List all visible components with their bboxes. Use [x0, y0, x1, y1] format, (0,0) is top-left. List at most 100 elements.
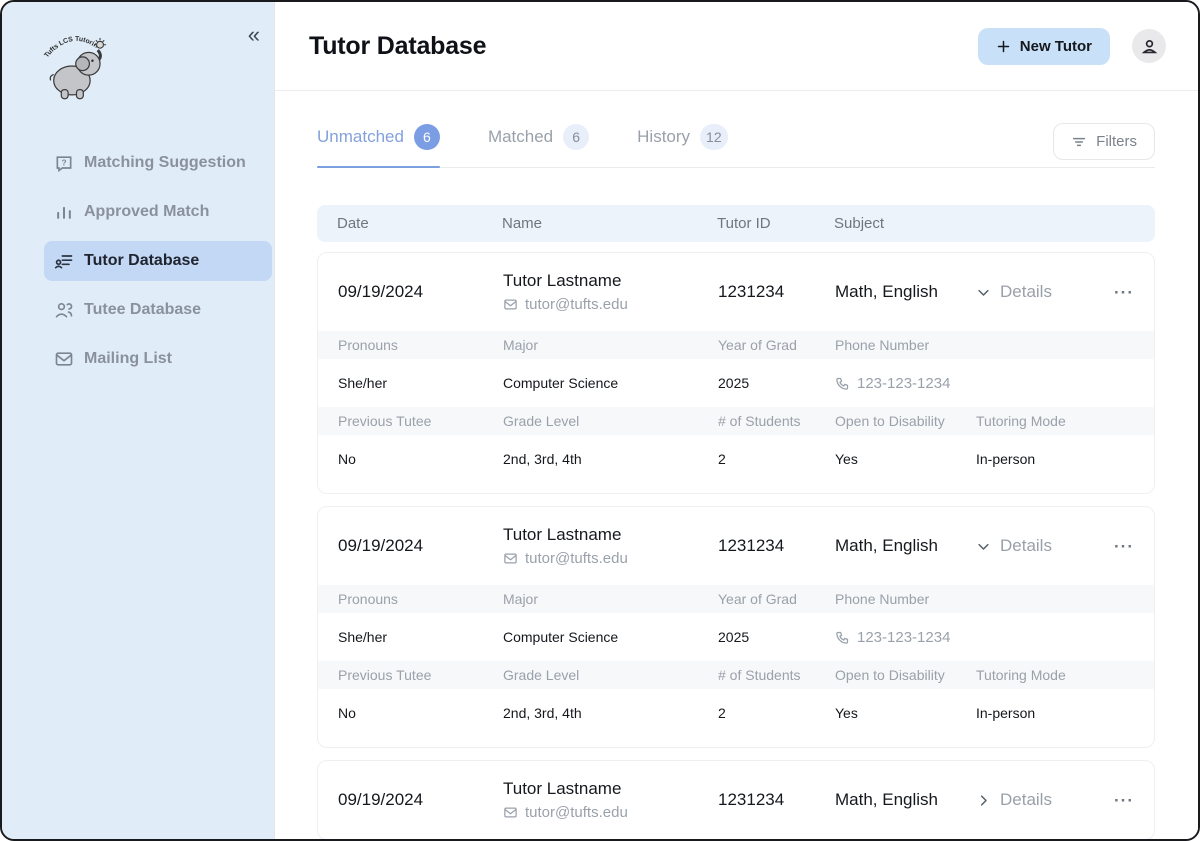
- tutor-id-cell: 1231234: [718, 282, 835, 302]
- person-list-icon: [54, 251, 74, 271]
- tutor-id-cell: 1231234: [718, 536, 835, 556]
- num-students-value: 2: [718, 451, 835, 467]
- tutor-name: Tutor Lastname: [503, 525, 718, 545]
- filters-label: Filters: [1096, 133, 1137, 150]
- tutor-name: Tutor Lastname: [503, 779, 718, 799]
- envelope-icon: [503, 297, 518, 312]
- major-value: Computer Science: [503, 375, 718, 391]
- sidebar-item-tutor-database[interactable]: Tutor Database: [44, 241, 272, 281]
- sidebar-item-approved-match[interactable]: Approved Match: [44, 192, 272, 232]
- new-tutor-button[interactable]: New Tutor: [978, 28, 1110, 65]
- previous-tutee-value: No: [338, 705, 503, 721]
- people-icon: [54, 300, 74, 320]
- envelope-icon: [503, 551, 518, 566]
- chevron-right-icon: [976, 793, 991, 808]
- phone-value: 123-123-1234: [835, 375, 976, 392]
- grade-level-value: 2nd, 3rd, 4th: [503, 451, 718, 467]
- sidebar-item-label: Mailing List: [84, 350, 172, 368]
- tab-history[interactable]: History 12: [637, 124, 727, 167]
- phone-value: 123-123-1234: [835, 629, 976, 646]
- tutor-email: tutor@tufts.edu: [503, 804, 718, 821]
- disability-value: Yes: [835, 451, 976, 467]
- disability-value: Yes: [835, 705, 976, 721]
- detail-labels: Pronouns Major Year of Grad Phone Number: [318, 585, 1154, 613]
- sidebar-item-mailing-list[interactable]: Mailing List: [44, 339, 272, 379]
- sidebar-item-label: Tutee Database: [84, 301, 201, 319]
- tab-label: Unmatched: [317, 127, 404, 147]
- sidebar-collapse-icon[interactable]: «: [248, 24, 260, 46]
- major-value: Computer Science: [503, 629, 718, 645]
- sidebar: « Tufts LCS Tutoring: [2, 2, 275, 839]
- date-cell: 09/19/2024: [338, 536, 503, 556]
- main-area: Tutor Database New Tutor Unmatched 6: [275, 2, 1198, 839]
- filter-icon: [1071, 134, 1087, 150]
- details-toggle[interactable]: Details: [976, 536, 1098, 556]
- tab-unmatched[interactable]: Unmatched 6: [317, 124, 440, 167]
- tutor-id-cell: 1231234: [718, 790, 835, 810]
- tutor-email: tutor@tufts.edu: [503, 296, 718, 313]
- detail-labels: Previous Tutee Grade Level # of Students…: [318, 661, 1154, 689]
- date-cell: 09/19/2024: [338, 282, 503, 302]
- previous-tutee-value: No: [338, 451, 503, 467]
- envelope-icon: [503, 805, 518, 820]
- tabs-bar: Unmatched 6 Matched 6 History 12 Filters: [317, 123, 1155, 168]
- detail-labels: Pronouns Major Year of Grad Phone Number: [318, 331, 1154, 359]
- chevron-down-icon: [976, 539, 991, 554]
- chat-question-icon: ?: [54, 153, 74, 173]
- detail-values: No 2nd, 3rd, 4th 2 Yes In-person: [318, 689, 1154, 737]
- chevron-down-icon: [976, 285, 991, 300]
- sidebar-item-matching-suggestion[interactable]: ? Matching Suggestion: [44, 143, 272, 183]
- tutor-row-card: 09/19/2024 Tutor Lastname tutor@tufts.ed…: [317, 252, 1155, 494]
- sidebar-item-label: Matching Suggestion: [84, 154, 246, 172]
- user-avatar[interactable]: [1132, 29, 1166, 63]
- detail-values: No 2nd, 3rd, 4th 2 Yes In-person: [318, 435, 1154, 483]
- tab-matched[interactable]: Matched 6: [488, 124, 589, 167]
- num-students-value: 2: [718, 705, 835, 721]
- grade-level-value: 2nd, 3rd, 4th: [503, 705, 718, 721]
- elephant-logo: Tufts LCS Tutoring: [40, 24, 116, 102]
- table-header: Date Name Tutor ID Subject: [317, 205, 1155, 242]
- plus-icon: [996, 39, 1011, 54]
- svg-text:?: ?: [62, 158, 67, 168]
- tab-label: Matched: [488, 127, 553, 147]
- more-menu-button[interactable]: ···: [1098, 792, 1134, 809]
- pronouns-value: She/her: [338, 629, 503, 645]
- details-toggle[interactable]: Details: [976, 282, 1098, 302]
- phone-icon: [835, 630, 850, 645]
- tutor-list: 09/19/2024 Tutor Lastname tutor@tufts.ed…: [317, 252, 1155, 840]
- col-header-subject: Subject: [834, 215, 975, 232]
- sidebar-item-tutee-database[interactable]: Tutee Database: [44, 290, 272, 330]
- tab-label: History: [637, 127, 690, 147]
- bar-chart-icon: [54, 202, 74, 222]
- subject-cell: Math, English: [835, 282, 976, 302]
- person-icon: [1140, 37, 1159, 56]
- tutor-email: tutor@tufts.edu: [503, 550, 718, 567]
- more-menu-button[interactable]: ···: [1098, 284, 1134, 301]
- tab-count-badge: 6: [563, 124, 589, 150]
- phone-icon: [835, 376, 850, 391]
- details-toggle[interactable]: Details: [976, 790, 1098, 810]
- tutor-row-card: 09/19/2024 Tutor Lastname tutor@tufts.ed…: [317, 760, 1155, 840]
- date-cell: 09/19/2024: [338, 790, 503, 810]
- filters-button[interactable]: Filters: [1053, 123, 1155, 160]
- col-header-date: Date: [337, 215, 502, 232]
- pronouns-value: She/her: [338, 375, 503, 391]
- col-header-name: Name: [502, 215, 717, 232]
- tutor-name: Tutor Lastname: [503, 271, 718, 291]
- tutor-row-main: 09/19/2024 Tutor Lastname tutor@tufts.ed…: [318, 253, 1154, 331]
- topbar: Tutor Database New Tutor: [275, 2, 1198, 91]
- app-window: « Tufts LCS Tutoring: [0, 0, 1200, 841]
- col-header-tutor-id: Tutor ID: [717, 215, 834, 232]
- sidebar-item-label: Tutor Database: [84, 252, 199, 270]
- more-menu-button[interactable]: ···: [1098, 538, 1134, 555]
- detail-labels: Previous Tutee Grade Level # of Students…: [318, 407, 1154, 435]
- sidebar-item-label: Approved Match: [84, 203, 209, 221]
- grad-year-value: 2025: [718, 375, 835, 391]
- tutor-row-main: 09/19/2024 Tutor Lastname tutor@tufts.ed…: [318, 507, 1154, 585]
- detail-values: She/her Computer Science 2025 123-123-12…: [318, 359, 1154, 407]
- subject-cell: Math, English: [835, 790, 976, 810]
- envelope-icon: [54, 349, 74, 369]
- tutor-row-card: 09/19/2024 Tutor Lastname tutor@tufts.ed…: [317, 506, 1155, 748]
- tab-count-badge: 6: [414, 124, 440, 150]
- content: Unmatched 6 Matched 6 History 12 Filters: [275, 91, 1198, 839]
